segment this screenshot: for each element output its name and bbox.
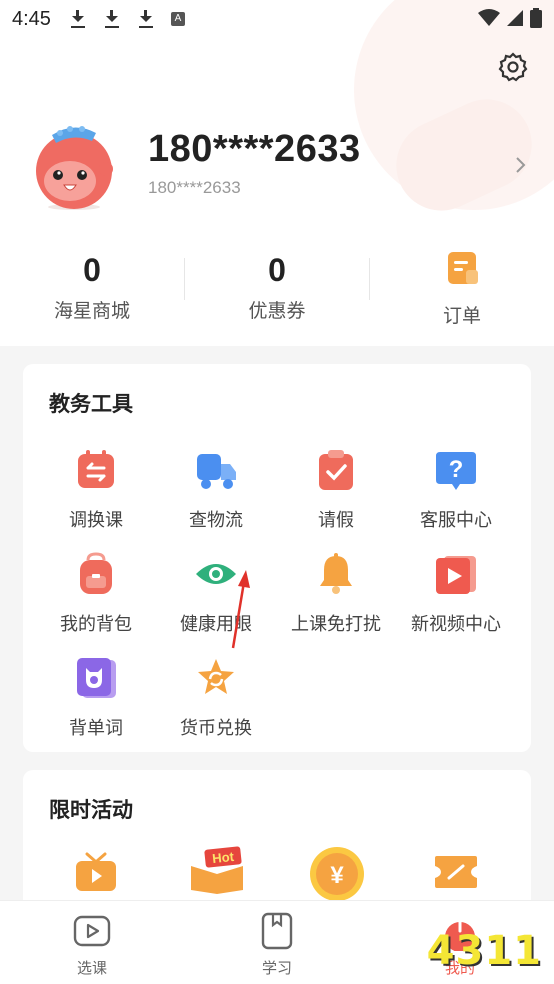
stat-value: 0	[83, 252, 101, 288]
tool-label: 上课免打扰	[291, 614, 381, 634]
hot-badge: Hot	[211, 849, 235, 866]
tool-eye-care[interactable]: 健康用眼	[156, 552, 276, 636]
currency-star-icon	[198, 659, 234, 694]
stat-label: 优惠券	[248, 301, 306, 322]
tool-do-not-disturb[interactable]: 上课免打扰	[276, 552, 396, 636]
stat-label: 海星商城	[53, 301, 130, 322]
wifi-icon	[478, 9, 500, 26]
tool-logistics[interactable]: 查物流	[156, 448, 276, 532]
tool-label: 客服中心	[420, 510, 492, 530]
status-indicators	[478, 8, 542, 28]
tool-label: 调换课	[69, 510, 123, 530]
tool-label: 货币兑换	[180, 718, 252, 738]
tool-label: 健康用眼	[180, 614, 252, 634]
nav-label: 选课	[76, 960, 107, 977]
tool-label: 我的背包	[60, 614, 132, 634]
tools-card: 教务工具 调换课 查物流 请假 ? 客服中心 我的背包 健康用眼 上课免打扰 新…	[23, 364, 531, 752]
avatar[interactable]	[30, 123, 118, 211]
bell-icon	[320, 553, 352, 594]
eye-icon	[196, 564, 236, 584]
user-phone-title[interactable]: 180****2633	[148, 128, 361, 171]
nav-course-select[interactable]: 选课	[32, 911, 152, 978]
tool-label: 新视频中心	[411, 614, 501, 634]
chevron-right-icon[interactable]	[514, 154, 528, 176]
book-icon	[261, 912, 293, 950]
swap-class-icon	[78, 450, 114, 488]
tool-help-center[interactable]: ? 客服中心	[396, 448, 516, 532]
truck-icon	[197, 454, 236, 489]
tool-label: 查物流	[189, 510, 243, 530]
download-icon	[137, 9, 155, 29]
help-center-icon: ?	[436, 452, 476, 490]
tool-swap-class[interactable]: 调换课	[36, 448, 156, 532]
stat-coupons[interactable]: 0 优惠券	[185, 250, 369, 323]
tool-currency-exchange[interactable]: 货币兑换	[156, 656, 276, 740]
stat-value: 0	[268, 252, 286, 288]
download-icon	[103, 9, 121, 29]
nav-study[interactable]: 学习	[217, 911, 337, 978]
nav-label: 学习	[261, 960, 292, 977]
watermark-logo: 4311	[426, 928, 542, 974]
activities-title: 限时活动	[49, 799, 133, 822]
order-icon	[448, 252, 478, 284]
stat-shop[interactable]: 0 海星商城	[0, 250, 184, 323]
svg-text:?: ?	[449, 456, 464, 483]
coin-icon[interactable]: ¥	[309, 846, 365, 902]
vocabulary-icon	[77, 658, 116, 698]
download-icon	[69, 9, 87, 29]
backpack-icon	[80, 552, 112, 594]
tool-label: 背单词	[69, 718, 123, 738]
tool-leave[interactable]: 请假	[276, 448, 396, 532]
status-bar: 4:45 A	[0, 0, 554, 38]
play-video-icon	[73, 915, 111, 947]
stat-label: 订单	[442, 306, 481, 327]
stat-orders[interactable]: 订单	[370, 250, 554, 328]
battery-icon	[530, 8, 542, 28]
signal-icon	[507, 10, 523, 26]
settings-gear-icon[interactable]	[498, 52, 528, 82]
tv-play-icon[interactable]	[75, 852, 117, 892]
status-time: 4:45	[12, 7, 51, 30]
tool-vocabulary[interactable]: 背单词	[36, 656, 156, 740]
user-phone-subtitle: 180****2633	[148, 178, 241, 197]
tools-title: 教务工具	[49, 393, 133, 416]
tool-backpack[interactable]: 我的背包	[36, 552, 156, 636]
video-icon	[436, 556, 476, 594]
coupon-icon[interactable]	[433, 854, 479, 890]
hot-book-icon[interactable]: Hot	[187, 846, 247, 894]
leave-request-icon	[319, 450, 353, 490]
tool-label: 请假	[318, 510, 354, 530]
tool-video-center[interactable]: 新视频中心	[396, 552, 516, 636]
coin-symbol: ¥	[330, 862, 344, 889]
notification-a-icon: A	[170, 12, 185, 26]
